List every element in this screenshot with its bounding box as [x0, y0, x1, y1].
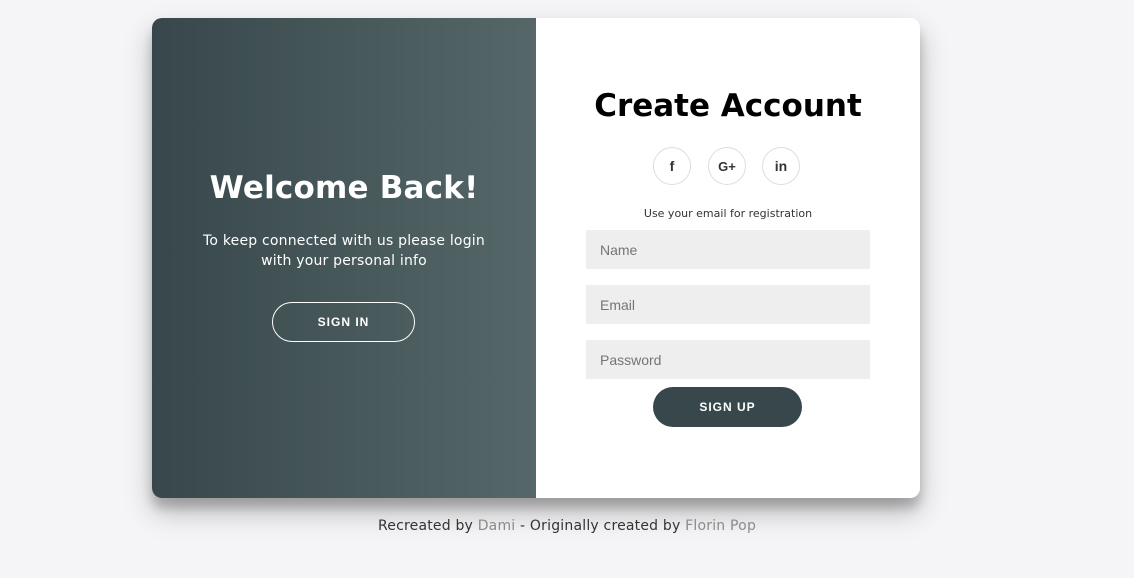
welcome-text: To keep connected with us please login w… [203, 233, 485, 269]
original-author-link[interactable]: Florin Pop [685, 518, 756, 534]
facebook-link[interactable]: f [653, 147, 691, 185]
overlay-panel: Welcome Back! To keep connected with us … [152, 18, 536, 498]
sign-up-button[interactable]: SIGN UP [653, 387, 802, 427]
author-link[interactable]: Dami [478, 518, 516, 534]
footer-separator: - Originally created by [520, 518, 681, 534]
signup-card: Welcome Back! To keep connected with us … [152, 18, 920, 498]
google-plus-link[interactable]: G+ [708, 147, 746, 185]
sign-in-button[interactable]: SIGN IN [272, 302, 415, 342]
email-input[interactable] [586, 285, 870, 324]
password-input[interactable] [586, 340, 870, 379]
name-input[interactable] [586, 230, 870, 269]
welcome-title: Welcome Back! [209, 170, 479, 206]
linkedin-icon: in [774, 158, 788, 174]
facebook-icon: f [669, 158, 675, 174]
google-plus-icon: G+ [718, 158, 736, 174]
footer-prefix: Recreated by [377, 518, 474, 534]
registration-hint: Use your email for registration [643, 207, 813, 220]
form-panel: Create Account f G+ in Use your email fo… [536, 18, 920, 498]
form-title: Create Account [594, 88, 862, 124]
footer-credits: Recreated by Dami - Originally created b… [0, 518, 1134, 534]
linkedin-link[interactable]: in [762, 147, 800, 185]
